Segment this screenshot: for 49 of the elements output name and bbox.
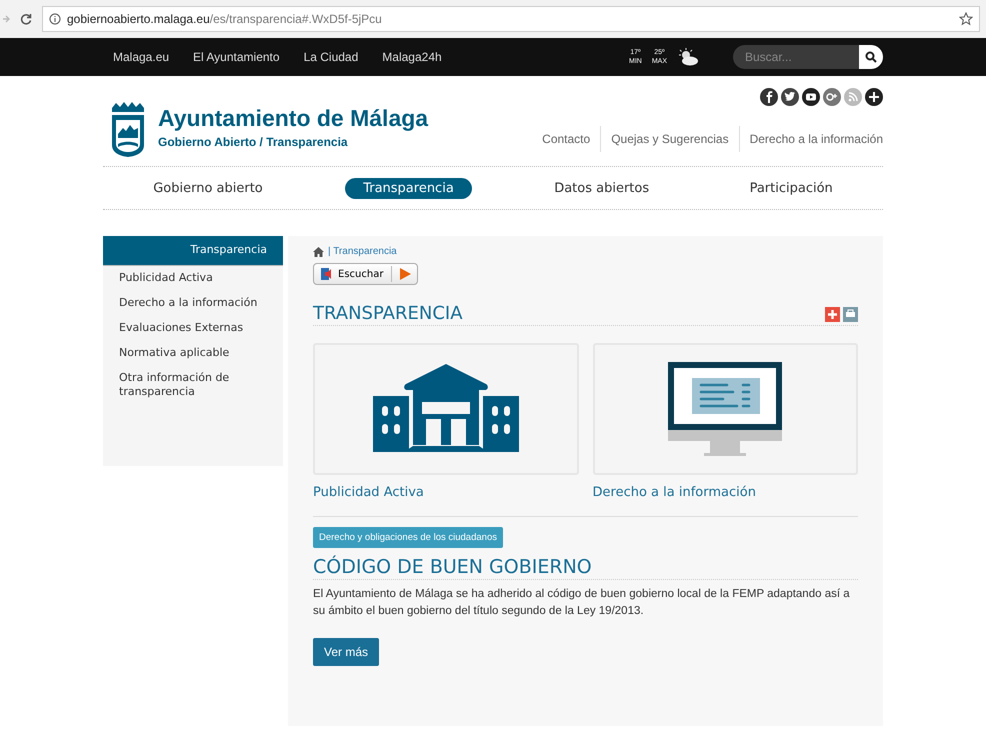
home-icon[interactable] bbox=[313, 246, 324, 256]
top-nav-link[interactable]: Malaga.eu bbox=[113, 50, 170, 64]
main-nav-tab[interactable]: Transparencia bbox=[345, 178, 472, 198]
header-link[interactable]: Derecho a la información bbox=[738, 126, 883, 152]
section-title: TRANSPARENCIA bbox=[313, 303, 464, 325]
header-link[interactable]: Quejas y Sugerencias bbox=[600, 126, 739, 152]
facebook-icon[interactable] bbox=[760, 88, 778, 106]
more-button[interactable]: Ver más bbox=[313, 638, 380, 666]
card-link[interactable]: Derecho a la información bbox=[592, 485, 858, 500]
top-nav-link[interactable]: El Ayuntamiento bbox=[193, 50, 280, 64]
info-icon bbox=[49, 13, 61, 25]
search-field[interactable]: Buscar... bbox=[733, 45, 859, 69]
main-nav-tab[interactable]: Participación bbox=[732, 178, 851, 198]
sidebar-item[interactable]: Transparencia bbox=[103, 236, 283, 266]
card-link[interactable]: Publicidad Activa bbox=[313, 485, 578, 500]
search-icon bbox=[865, 51, 877, 63]
play-icon bbox=[400, 268, 412, 280]
search-button[interactable] bbox=[859, 45, 883, 69]
main-nav-tab[interactable]: Datos abiertos bbox=[536, 178, 668, 198]
sidebar-item[interactable]: Derecho a la información bbox=[103, 290, 283, 316]
site-subtitle: Gobierno Abierto / Transparencia bbox=[158, 135, 349, 149]
listen-button[interactable]: Escuchar bbox=[313, 263, 418, 285]
speaker-icon bbox=[320, 267, 334, 281]
print-icon[interactable] bbox=[843, 306, 858, 322]
header-link[interactable]: Contacto bbox=[532, 126, 600, 152]
google-plus-icon[interactable] bbox=[823, 88, 841, 106]
address-bar[interactable]: gobiernoabierto.malaga.eu/es/transparencia#.WxD5f-5jPcu bbox=[42, 6, 980, 32]
star-icon[interactable] bbox=[959, 12, 973, 26]
monitor-icon bbox=[668, 362, 782, 456]
site-title: Ayuntamiento de Málaga bbox=[158, 105, 428, 132]
sidebar-item[interactable]: Otra información de transparencia bbox=[103, 365, 283, 405]
top-nav-link[interactable]: Malaga24h bbox=[382, 50, 442, 64]
cloudy-sun-icon bbox=[677, 48, 699, 66]
bird-icon[interactable] bbox=[781, 88, 799, 106]
breadcrumb-link[interactable]: | Transparencia bbox=[328, 246, 397, 257]
card-image-frame[interactable] bbox=[313, 343, 578, 475]
main-nav-tab[interactable]: Gobierno abierto bbox=[135, 178, 281, 198]
sidebar-item[interactable]: Evaluaciones Externas bbox=[103, 315, 283, 341]
town-hall-icon bbox=[372, 364, 519, 454]
video-icon[interactable] bbox=[802, 88, 820, 106]
sidebar-item[interactable]: Normativa aplicable bbox=[103, 340, 283, 366]
description-paragraph: El Ayuntamiento de Málaga se ha adherido al código de buen gobierno local de la FEMP adaptando así a su ámbito el buen gobierno del título segundo de la Ley 19/2013. bbox=[313, 587, 851, 619]
top-nav-link[interactable]: La Ciudad bbox=[304, 50, 358, 64]
reload-icon[interactable] bbox=[20, 13, 32, 25]
add-icon[interactable] bbox=[825, 306, 840, 322]
sidebar-item[interactable]: Publicidad Activa bbox=[103, 265, 283, 291]
plus-icon[interactable] bbox=[865, 88, 883, 106]
section-title: CÓDIGO DE BUEN GOBIERNO bbox=[313, 556, 858, 580]
card-image-frame[interactable] bbox=[592, 343, 858, 475]
